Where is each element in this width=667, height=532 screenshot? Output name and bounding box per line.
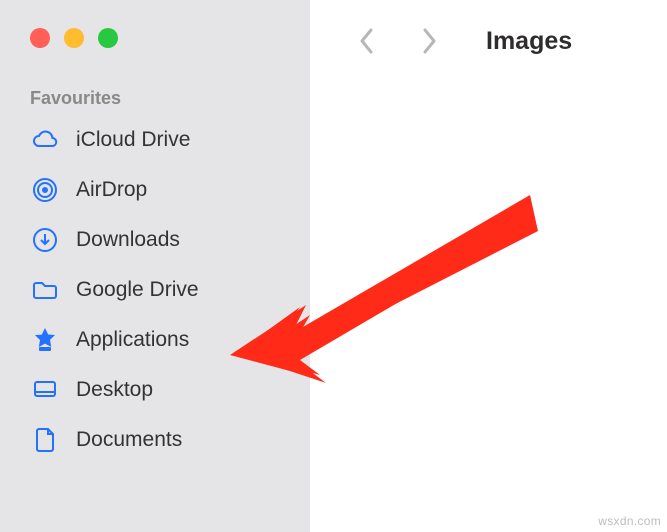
chevron-left-icon: [358, 26, 376, 56]
sidebar-item-icloud-drive[interactable]: iCloud Drive: [0, 115, 310, 165]
sidebar: Favourites iCloud Drive AirDrop Download…: [0, 0, 310, 532]
cloud-icon: [30, 125, 60, 155]
sidebar-item-label: Desktop: [76, 378, 153, 402]
zoom-window-button[interactable]: [98, 28, 118, 48]
sidebar-item-label: iCloud Drive: [76, 128, 190, 152]
sidebar-item-airdrop[interactable]: AirDrop: [0, 165, 310, 215]
sidebar-item-downloads[interactable]: Downloads: [0, 215, 310, 265]
watermark: wsxdn.com: [598, 514, 661, 528]
sidebar-section-header: Favourites: [0, 48, 310, 115]
sidebar-item-desktop[interactable]: Desktop: [0, 365, 310, 415]
sidebar-item-google-drive[interactable]: Google Drive: [0, 265, 310, 315]
desktop-icon: [30, 375, 60, 405]
folder-icon: [30, 275, 60, 305]
sidebar-item-label: Downloads: [76, 228, 180, 252]
page-title: Images: [486, 27, 572, 56]
toolbar: Images: [310, 0, 667, 58]
content-area: Images: [310, 0, 667, 532]
sidebar-item-label: AirDrop: [76, 178, 147, 202]
sidebar-item-label: Documents: [76, 428, 182, 452]
forward-button[interactable]: [412, 24, 446, 58]
finder-window: Favourites iCloud Drive AirDrop Download…: [0, 0, 667, 532]
airdrop-icon: [30, 175, 60, 205]
apps-icon: [30, 325, 60, 355]
document-icon: [30, 425, 60, 455]
chevron-right-icon: [420, 26, 438, 56]
download-icon: [30, 225, 60, 255]
sidebar-item-label: Google Drive: [76, 278, 199, 302]
sidebar-item-applications[interactable]: Applications: [0, 315, 310, 365]
sidebar-item-label: Applications: [76, 328, 189, 352]
back-button[interactable]: [350, 24, 384, 58]
sidebar-item-documents[interactable]: Documents: [0, 415, 310, 465]
window-controls: [0, 0, 310, 48]
close-window-button[interactable]: [30, 28, 50, 48]
minimize-window-button[interactable]: [64, 28, 84, 48]
